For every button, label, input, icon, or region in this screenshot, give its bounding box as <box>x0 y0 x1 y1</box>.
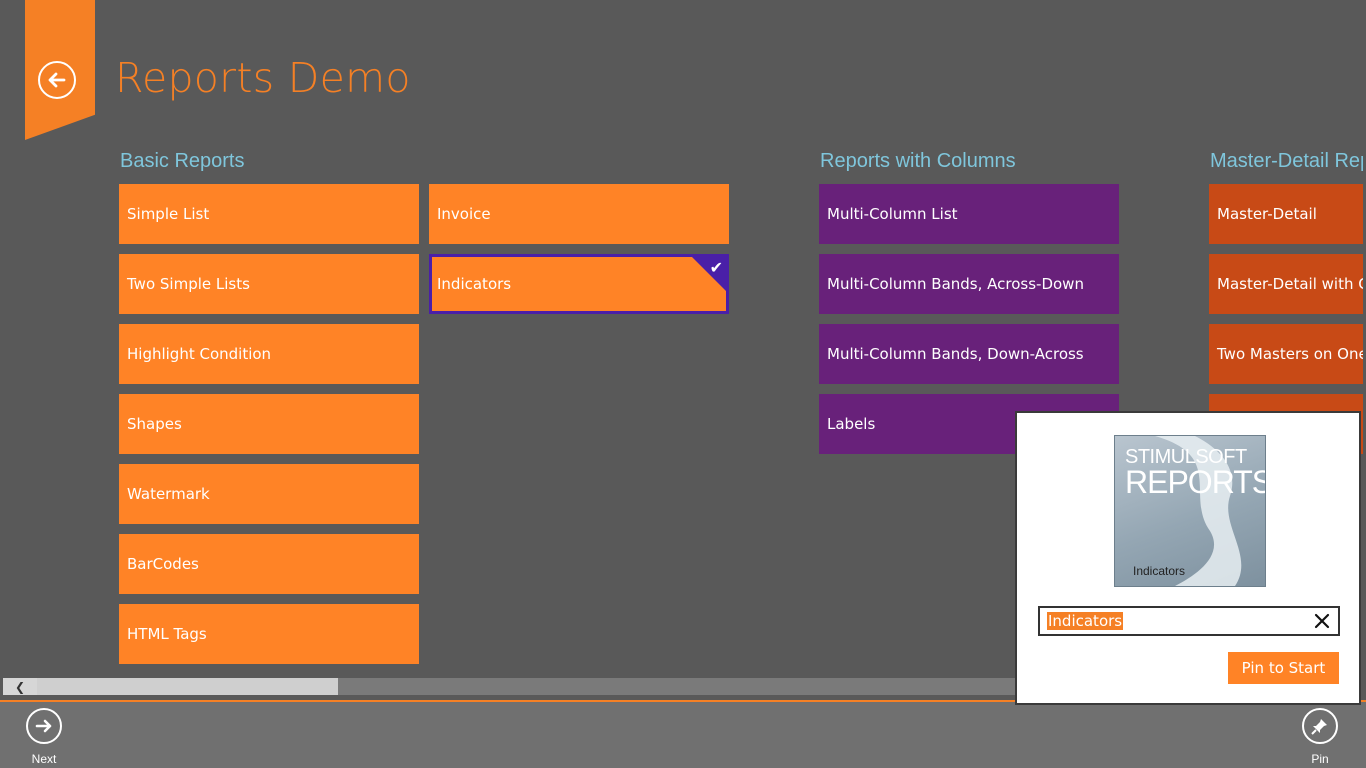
tile-html-tags[interactable]: HTML Tags <box>119 604 419 664</box>
tile-two-simple-lists[interactable]: Two Simple Lists <box>119 254 419 314</box>
next-label: Next <box>31 752 57 766</box>
tile-label: Two Simple Lists <box>127 275 250 293</box>
tile-label: Multi-Column Bands, Across-Down <box>827 275 1084 293</box>
tile-label: Labels <box>827 415 876 433</box>
tile-label: Invoice <box>437 205 491 223</box>
tile-invoice[interactable]: Invoice <box>429 184 729 244</box>
tile-preview: STIMULSOFT REPORTS Indicators <box>1114 435 1266 587</box>
tile-indicators[interactable]: Indicators ✔ <box>429 254 729 314</box>
pin-button[interactable]: Pin <box>1290 708 1350 766</box>
tile-label: Multi-Column Bands, Down-Across <box>827 345 1084 363</box>
tile-master-detail[interactable]: Master-Detail <box>1209 184 1363 244</box>
tile-label: Multi-Column List <box>827 205 958 223</box>
preview-brand-line2: REPORTS <box>1125 464 1266 500</box>
tile-label: Highlight Condition <box>127 345 272 363</box>
preview-tile-name: Indicators <box>1133 564 1186 578</box>
tile-multi-column-bands-down-across[interactable]: Multi-Column Bands, Down-Across <box>819 324 1119 384</box>
group-title-basic-reports: Basic Reports <box>120 150 245 172</box>
pin-icon <box>1311 719 1327 735</box>
tile-simple-list[interactable]: Simple List <box>119 184 419 244</box>
tile-label: Simple List <box>127 205 210 223</box>
next-button[interactable]: Next <box>14 708 74 766</box>
tile-label: Watermark <box>127 485 210 503</box>
close-icon <box>1314 613 1330 629</box>
clear-input-button[interactable] <box>1312 611 1332 631</box>
back-button[interactable] <box>38 61 76 99</box>
pin-label: Pin <box>1311 752 1329 766</box>
tile-label: Master-Detail <box>1217 205 1317 223</box>
tile-barcodes[interactable]: BarCodes <box>119 534 419 594</box>
page-title: Reports Demo <box>115 54 411 102</box>
tile-label: Master-Detail with Col <box>1217 275 1363 293</box>
app-bar: Next Pin <box>0 700 1366 768</box>
pin-to-start-button[interactable]: Pin to Start <box>1228 652 1339 684</box>
checkmark-icon: ✔ <box>709 258 723 277</box>
tile-label: HTML Tags <box>127 625 207 643</box>
tile-multi-column-list[interactable]: Multi-Column List <box>819 184 1119 244</box>
tile-name-value: Indicators <box>1047 612 1124 630</box>
forward-arrow-icon <box>35 719 52 733</box>
back-arrow-icon <box>48 72 66 88</box>
tile-shapes[interactable]: Shapes <box>119 394 419 454</box>
tile-label: BarCodes <box>127 555 199 573</box>
tile-name-input[interactable]: Indicators <box>1038 606 1340 636</box>
tile-label: Indicators <box>437 275 512 293</box>
scrollbar-thumb[interactable] <box>37 678 338 695</box>
tile-label: Two Masters on One D <box>1217 345 1363 363</box>
chevron-left-icon: ❮ <box>14 679 26 694</box>
group-title-master-detail: Master-Detail Rep <box>1210 150 1363 172</box>
tile-master-detail-with-columns[interactable]: Master-Detail with Col <box>1209 254 1363 314</box>
tile-highlight-condition[interactable]: Highlight Condition <box>119 324 419 384</box>
tile-watermark[interactable]: Watermark <box>119 464 419 524</box>
group-title-reports-with-columns: Reports with Columns <box>820 150 1016 172</box>
tile-two-masters[interactable]: Two Masters on One D <box>1209 324 1363 384</box>
tile-multi-column-bands-across-down[interactable]: Multi-Column Bands, Across-Down <box>819 254 1119 314</box>
scroll-left-button[interactable]: ❮ <box>3 678 37 695</box>
pin-to-start-flyout: STIMULSOFT REPORTS Indicators Indicators… <box>1015 411 1361 705</box>
tile-label: Shapes <box>127 415 182 433</box>
